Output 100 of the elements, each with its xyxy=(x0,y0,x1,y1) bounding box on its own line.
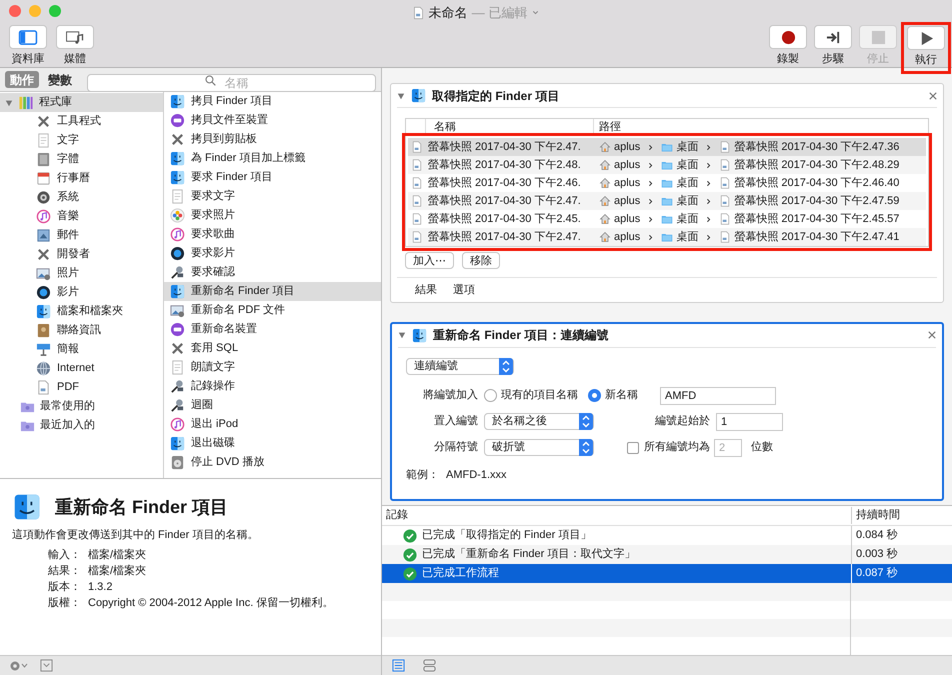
action-item[interactable]: 重新命名 Finder 項目 xyxy=(164,282,381,301)
radio-button[interactable] xyxy=(588,389,601,402)
library-item[interactable]: 音樂 xyxy=(0,207,163,226)
action-item[interactable]: 拷貝 Finder 項目 xyxy=(164,92,381,111)
library-item[interactable]: Internet xyxy=(0,359,163,378)
library-item[interactable]: 最近加入的 xyxy=(0,416,163,435)
disclosure-triangle-icon[interactable] xyxy=(5,98,13,106)
library-item[interactable]: 程式庫 xyxy=(0,93,163,112)
popup-menu[interactable]: 破折號 xyxy=(484,439,594,456)
record-button[interactable] xyxy=(769,25,807,49)
action-item[interactable]: 拷貝文件至裝置 xyxy=(164,111,381,130)
collapse-icon[interactable] xyxy=(40,659,53,672)
music-note-icon xyxy=(170,227,185,242)
library-item[interactable]: 文字 xyxy=(0,131,163,150)
check-icon xyxy=(403,528,417,542)
close-icon[interactable] xyxy=(928,331,936,339)
file-row[interactable]: 螢幕快照 2017-04-30 下午2.47. aplus 桌面 螢幕快照 2017-04-30 下午2.47.36 xyxy=(408,138,926,156)
library-button[interactable] xyxy=(9,25,47,49)
table-cell-text: 螢幕快照 2017-04-30 下午2.47. xyxy=(428,140,581,155)
card-tab[interactable]: 選項 xyxy=(453,282,475,298)
table-button[interactable]: 移除 xyxy=(462,252,500,269)
table-cell-text: 螢幕快照 2017-04-30 下午2.48. xyxy=(428,158,581,173)
folder-icon xyxy=(661,159,674,171)
card-tab[interactable]: 結果 xyxy=(415,282,437,298)
popup-menu[interactable]: 於名稱之後 xyxy=(484,413,594,430)
close-button[interactable] xyxy=(9,5,21,17)
library-item[interactable]: 照片 xyxy=(0,264,163,283)
action-item[interactable]: 要求歌曲 xyxy=(164,225,381,244)
action-item[interactable]: 要求照片 xyxy=(164,206,381,225)
file-row[interactable]: 螢幕快照 2017-04-30 下午2.47. aplus 桌面 螢幕快照 2017-04-30 下午2.47.59 xyxy=(408,192,926,210)
library-item[interactable]: 郵件 xyxy=(0,226,163,245)
library-item[interactable]: 聯絡資訊 xyxy=(0,321,163,340)
library-item[interactable]: 工具程式 xyxy=(0,112,163,131)
action-item[interactable]: 要求 Finder 項目 xyxy=(164,168,381,187)
file-row[interactable]: 螢幕快照 2017-04-30 下午2.48. aplus 桌面 螢幕快照 2017-04-30 下午2.48.29 xyxy=(408,156,926,174)
action-item[interactable]: 套用 SQL xyxy=(164,339,381,358)
log-row[interactable]: 已完成工作流程 0.087 秒 xyxy=(382,564,952,583)
document-icon xyxy=(719,177,732,189)
field-value: 檔案/檔案夾 xyxy=(88,548,146,563)
step-button[interactable] xyxy=(814,25,852,49)
table-button[interactable]: 加入⋯ xyxy=(405,252,454,269)
path-label: aplus xyxy=(614,230,640,245)
file-row[interactable]: 螢幕快照 2017-04-30 下午2.47. aplus 桌面 螢幕快照 2017-04-30 下午2.47.41 xyxy=(408,228,926,246)
action-item[interactable]: 迴圈 xyxy=(164,396,381,415)
action-item[interactable]: 要求確認 xyxy=(164,263,381,282)
action-item[interactable]: 停止 DVD 播放 xyxy=(164,453,381,472)
path-label: aplus xyxy=(614,158,640,173)
list-view-icon[interactable] xyxy=(392,659,405,672)
library-item[interactable]: PDF xyxy=(0,378,163,397)
form-label: 範例： xyxy=(406,468,440,484)
font-tile-icon xyxy=(36,152,51,167)
document-icon xyxy=(411,230,423,244)
disclosure-triangle-icon[interactable] xyxy=(397,92,405,100)
library-item[interactable]: 最常使用的 xyxy=(0,397,163,416)
tab[interactable]: 變數 xyxy=(43,71,77,88)
gear-menu-icon[interactable] xyxy=(8,660,30,672)
field-value: Copyright © 2004-2012 Apple Inc. 保留一切權利。 xyxy=(88,596,334,611)
action-item[interactable]: 重新命名 PDF 文件 xyxy=(164,301,381,320)
popup-menu[interactable]: 連續編號 xyxy=(406,358,514,374)
path-label: aplus xyxy=(614,140,640,155)
podium-icon xyxy=(36,342,51,357)
photo-icon xyxy=(36,266,51,281)
media-button[interactable] xyxy=(56,25,94,49)
field-label: 版本： xyxy=(48,580,82,595)
folder-icon xyxy=(661,231,674,243)
action-item[interactable]: 朗讀文字 xyxy=(164,358,381,377)
action-item[interactable]: 退出 iPod xyxy=(164,415,381,434)
library-item[interactable]: 行事曆 xyxy=(0,169,163,188)
log-text: 已完成「重新命名 Finder 項目：取代文字」 xyxy=(422,546,636,562)
action-item[interactable]: 為 Finder 項目加上標籤 xyxy=(164,149,381,168)
action-item[interactable]: 要求影片 xyxy=(164,244,381,263)
library-item[interactable]: 簡報 xyxy=(0,340,163,359)
action-item[interactable]: 拷貝到剪貼板 xyxy=(164,130,381,149)
finder-face-icon xyxy=(170,284,185,299)
disclosure-triangle-icon[interactable] xyxy=(398,331,406,339)
search-field[interactable]: 名稱 xyxy=(87,74,376,92)
checkbox[interactable] xyxy=(627,442,639,454)
log-row[interactable]: 已完成「重新命名 Finder 項目：取代文字」 0.003 秒 xyxy=(382,545,952,564)
radio-button[interactable] xyxy=(484,389,497,402)
action-item[interactable]: 退出磁碟 xyxy=(164,434,381,453)
robot-icon xyxy=(170,265,185,280)
gear-icon xyxy=(36,190,51,205)
run-button[interactable] xyxy=(907,26,945,50)
library-item[interactable]: 檔案和檔案夾 xyxy=(0,302,163,321)
library-item[interactable]: 字體 xyxy=(0,150,163,169)
action-item[interactable]: 記錄操作 xyxy=(164,377,381,396)
action-item[interactable]: 要求文字 xyxy=(164,187,381,206)
library-item[interactable]: 開發者 xyxy=(0,245,163,264)
robot-icon xyxy=(170,398,185,413)
action-item[interactable]: 重新命名裝置 xyxy=(164,320,381,339)
library-item[interactable]: 系統 xyxy=(0,188,163,207)
split-view-icon[interactable] xyxy=(423,659,436,672)
media-icon xyxy=(65,30,85,44)
input-field[interactable]: AMFD xyxy=(660,386,776,404)
library-item[interactable]: 影片 xyxy=(0,283,163,302)
input-field[interactable]: 1 xyxy=(716,412,783,430)
close-icon[interactable] xyxy=(929,92,937,100)
check-icon xyxy=(403,548,417,562)
document-icon xyxy=(411,212,423,226)
table-cell-text: 螢幕快照 2017-04-30 下午2.45. xyxy=(428,212,581,227)
